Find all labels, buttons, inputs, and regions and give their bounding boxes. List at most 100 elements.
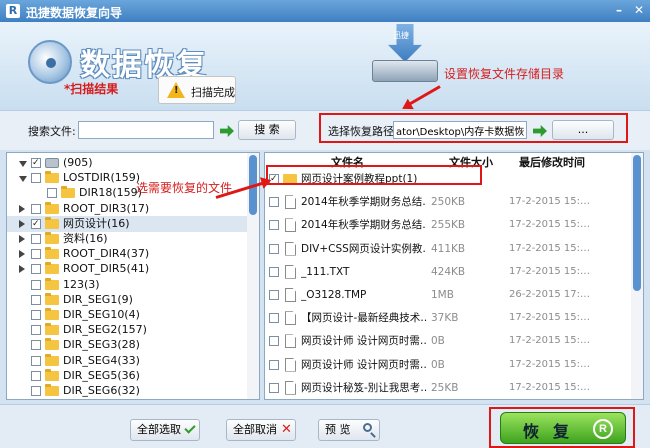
expand-arrow-icon[interactable] xyxy=(19,235,25,243)
tree-item-label: DIR_SEG6(32) xyxy=(63,384,140,397)
warning-icon xyxy=(167,82,185,98)
tree-scrollbar[interactable] xyxy=(247,153,259,399)
file-checkbox[interactable] xyxy=(269,243,279,254)
tree-item[interactable]: DIR_SEG10(4) xyxy=(7,307,247,323)
scan-status-text: 扫描完成 xyxy=(191,86,235,99)
tree-item-checkbox[interactable] xyxy=(31,310,41,320)
tree-item-label: ROOT_DIR3(17) xyxy=(63,201,150,215)
tree-item[interactable]: DIR_SEG2(157) xyxy=(7,322,247,338)
file-row[interactable]: 2014年秋季学期财务总结… 250KB 17-2-2015 15:… xyxy=(265,190,627,214)
deselect-all-button[interactable]: 全部取消 ✕ xyxy=(226,419,296,441)
file-scroll-thumb[interactable] xyxy=(633,155,641,291)
folder-icon xyxy=(45,247,59,260)
collapse-arrow-icon[interactable] xyxy=(19,176,27,183)
tree-item-checkbox[interactable] xyxy=(31,370,41,381)
search-go-icon[interactable] xyxy=(220,125,234,137)
preview-button[interactable]: 预 览 xyxy=(318,419,380,441)
highlight-path-box xyxy=(319,113,628,143)
tree-item-checkbox[interactable] xyxy=(31,249,41,260)
expand-arrow-icon[interactable] xyxy=(19,204,25,213)
file-row[interactable]: 【网页设计-最新经典技术… 37KB 17-2-2015 15:… xyxy=(265,306,627,330)
file-checkbox[interactable] xyxy=(269,290,279,300)
file-modified-time: 17-2-2015 15:… xyxy=(509,335,591,347)
tree-item[interactable]: DIR_SEG6(32) xyxy=(7,383,247,399)
tree-item[interactable]: DIR_SEG3(28) xyxy=(7,337,247,353)
minimize-icon[interactable]: – xyxy=(610,2,628,18)
tree-item-checkbox[interactable] xyxy=(31,234,41,244)
select-all-button[interactable]: 全部选取 xyxy=(130,419,200,441)
tree-item[interactable]: ROOT_DIR3(17) xyxy=(7,201,247,217)
file-name: 【网页设计-最新经典技术… xyxy=(301,312,427,325)
file-modified-time: 17-2-2015 15:… xyxy=(509,312,591,324)
disc-logo-icon xyxy=(28,40,72,84)
file-row[interactable]: 网页设计师 设计网页时需… 0B 17-2-2015 15:… xyxy=(265,353,627,377)
tree-item-checkbox[interactable] xyxy=(31,203,41,214)
magnifier-icon xyxy=(363,423,372,432)
close-icon[interactable]: ✕ xyxy=(630,2,648,18)
tree-item-label: ROOT_DIR5(41) xyxy=(63,262,150,276)
file-row[interactable]: _111.TXT 424KB 17-2-2015 15:… xyxy=(265,260,627,284)
file-list[interactable]: 文件名 文件大小 最后修改时间 网页设计案例教程ppt(1)2014年秋季学期财… xyxy=(264,152,644,400)
tree-item-checkbox[interactable] xyxy=(31,279,41,290)
tree-item[interactable]: (905) xyxy=(7,155,247,171)
tree-item-checkbox[interactable] xyxy=(47,188,57,199)
tree-item-checkbox[interactable] xyxy=(31,155,41,171)
file-checkbox[interactable] xyxy=(269,313,279,324)
search-button[interactable]: 搜 索 xyxy=(238,120,296,140)
tree-item-checkbox[interactable] xyxy=(31,294,41,305)
tree-item-checkbox[interactable] xyxy=(31,173,41,184)
tree-item[interactable]: DIR_SEG4(33) xyxy=(7,353,247,369)
file-row[interactable]: 2014年秋季学期财务总结… 255KB 17-2-2015 15:… xyxy=(265,213,627,237)
file-size: 0B xyxy=(431,358,445,371)
tree-item-checkbox[interactable] xyxy=(31,216,41,232)
file-checkbox[interactable] xyxy=(269,220,279,231)
document-icon xyxy=(285,380,296,395)
file-name: 网页设计师 设计网页时需… xyxy=(301,358,427,371)
tree-item-label: ROOT_DIR4(37) xyxy=(63,247,150,261)
file-row[interactable]: 网页设计秘笈-別让我思考… 25KB 17-2-2015 15:… xyxy=(265,376,627,399)
tree-item-checkbox[interactable] xyxy=(31,264,41,275)
document-icon xyxy=(285,264,296,279)
file-checkbox[interactable] xyxy=(269,382,279,393)
file-row[interactable]: _O3128.TMP 1MB 26-2-2015 17:… xyxy=(265,283,627,307)
file-scrollbar[interactable] xyxy=(631,153,643,399)
annotation-store-path: 设置恢复文件存储目录 xyxy=(444,67,565,81)
tree-item-checkbox[interactable] xyxy=(31,325,41,336)
file-size: 255KB xyxy=(431,219,466,232)
search-input[interactable] xyxy=(78,121,214,139)
tree-item[interactable]: 资料(16) xyxy=(7,231,247,247)
tree-item-label: 资料(16) xyxy=(63,232,108,245)
file-checkbox[interactable] xyxy=(269,336,279,347)
tree-item[interactable]: DIR_SEG1(9) xyxy=(7,292,247,308)
tree-item[interactable]: 123(3) xyxy=(7,277,247,293)
document-icon xyxy=(285,357,296,372)
folder-icon xyxy=(45,292,59,305)
folder-icon xyxy=(45,384,59,396)
document-icon xyxy=(285,334,296,349)
folder-icon xyxy=(45,353,59,366)
expand-arrow-icon[interactable] xyxy=(19,265,25,274)
file-size: 250KB xyxy=(431,196,466,209)
tree-item-label: DIR_SEG4(33) xyxy=(63,353,140,367)
recover-button[interactable]: 恢复 R xyxy=(500,412,626,444)
recover-r-icon: R xyxy=(593,419,613,439)
file-checkbox[interactable] xyxy=(269,266,279,277)
tree-item[interactable]: ROOT_DIR5(41) xyxy=(7,261,247,277)
expand-arrow-icon[interactable] xyxy=(19,250,25,259)
tree-item[interactable]: 网页设计(16) xyxy=(7,215,247,232)
file-checkbox[interactable] xyxy=(269,197,279,208)
tree-item[interactable]: ROOT_DIR4(37) xyxy=(7,246,247,262)
tree-item-checkbox[interactable] xyxy=(31,340,41,351)
tree-item-checkbox[interactable] xyxy=(31,386,41,396)
collapse-arrow-icon[interactable] xyxy=(19,161,27,167)
file-row[interactable]: DIV+CSS网页设计实例教… 411KB 17-2-2015 15:… xyxy=(265,237,627,261)
tree-item[interactable]: DIR_SEG5(36) xyxy=(7,368,247,384)
folder-icon xyxy=(45,308,59,320)
document-icon xyxy=(285,311,296,326)
file-size: 1MB xyxy=(431,289,454,301)
file-row[interactable]: 网页设计师 设计网页时需… 0B 17-2-2015 15:… xyxy=(265,329,627,353)
expand-arrow-icon[interactable] xyxy=(19,219,25,228)
file-checkbox[interactable] xyxy=(269,359,279,370)
tree-item-label: LOSTDIR(159) xyxy=(63,171,141,185)
tree-item-checkbox[interactable] xyxy=(31,355,41,366)
